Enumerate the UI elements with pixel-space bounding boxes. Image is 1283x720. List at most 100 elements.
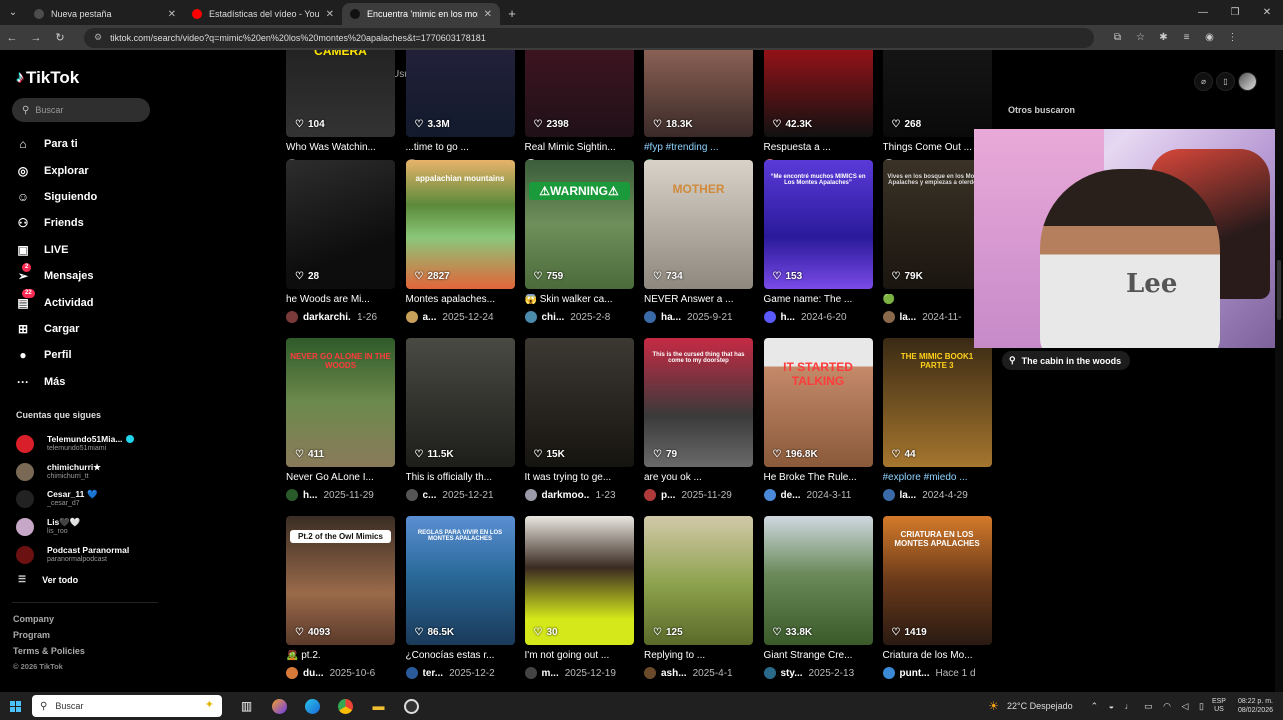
sidebar-item-actividad[interactable]: ▤ 22 Actividad (14, 289, 154, 315)
video-thumbnail[interactable]: REGLAS PARA VIVIR EN LOS MONTES APALACHE… (405, 516, 515, 645)
video-card[interactable]: ♡ 125 Replying to ... ash... 2025-4-1 (644, 516, 753, 679)
video-caption[interactable]: It was trying to ge... (525, 472, 634, 485)
video-thumbnail[interactable]: ♡ 30 (524, 516, 634, 645)
video-thumbnail[interactable]: WHAT THE CAMERA ♡104 (286, 50, 395, 137)
video-caption[interactable]: Game name: The ... (764, 294, 873, 307)
video-card[interactable]: WHAT THE CAMERA♡104Who Was Watchin...p..… (286, 50, 395, 171)
video-author[interactable]: p... (661, 490, 675, 501)
video-card[interactable]: ♡ 15K It was trying to ge... darkmoo... 1-23 (524, 338, 634, 501)
chrome-icon[interactable] (329, 692, 362, 720)
video-caption[interactable]: he Woods are Mi... (286, 294, 395, 307)
video-thumbnail[interactable]: ♡ 11.5K (405, 338, 515, 467)
following-account[interactable]: Lis🖤🤍 lis_roo (16, 513, 156, 541)
video-author[interactable]: ash... (661, 668, 687, 679)
avatar[interactable] (882, 311, 895, 323)
video-caption[interactable]: ¿Conocías estas r... (406, 650, 515, 663)
avatar[interactable] (763, 489, 776, 501)
video-caption[interactable]: ...time to go ... (406, 142, 515, 155)
video-thumbnail[interactable]: ♡ 2398 (524, 50, 634, 137)
video-thumbnail[interactable]: IT STARTED TALKING ♡ 196.8K (763, 338, 873, 467)
browser-menu-icon[interactable]: ⋮ (1221, 32, 1244, 43)
copilot-icon[interactable] (263, 692, 296, 720)
following-account[interactable]: Podcast Paranormal paranormalpodcast (16, 541, 156, 569)
video-caption[interactable]: 🧟 pt.2. (286, 650, 395, 663)
avatar[interactable] (644, 667, 656, 679)
video-caption[interactable]: Never Go ALone I... (286, 472, 395, 485)
video-author[interactable]: ter... (423, 668, 444, 679)
video-card[interactable]: “Me encontré muchos MIMICS en Los Montes… (763, 160, 873, 323)
sidebar-item-para-ti[interactable]: ⌂ Para ti (14, 131, 154, 157)
following-account[interactable]: chimichurri★ chimichurri_tt (16, 458, 156, 486)
avatar[interactable] (644, 311, 656, 323)
avatar[interactable] (524, 667, 537, 679)
search-input[interactable]: ⚲ Buscar (12, 98, 150, 122)
video-card[interactable]: ♡2398Real Mimic Sightin...cree...2025-1-… (524, 50, 634, 171)
video-author[interactable]: a... (423, 312, 437, 323)
video-author[interactable]: du... (303, 668, 324, 679)
video-card[interactable]: ♡3.3M...time to go ...m...2025-9-28 (405, 50, 515, 171)
video-thumbnail[interactable]: ♡ 268 (882, 50, 992, 137)
weather-widget[interactable]: ☀ 22°C Despejado (988, 699, 1072, 713)
extensions-icon[interactable]: ✱ (1152, 32, 1175, 43)
video-caption[interactable]: Giant Strange Cre... (764, 650, 873, 663)
avatar[interactable] (763, 311, 776, 323)
language-indicator[interactable]: ESP US (1212, 698, 1226, 714)
avatar[interactable] (286, 311, 298, 323)
taskbar-search[interactable]: ⚲ Buscar ✦ (32, 695, 222, 717)
video-thumbnail[interactable]: “Me encontré muchos MIMICS en Los Montes… (763, 160, 873, 289)
sidebar-item-más[interactable]: ··· Más (14, 369, 154, 395)
video-card[interactable]: ⚠WARNING⚠ ♡ 759 😱 Skin walker ca... chi... 20… (524, 160, 634, 323)
mic-icon[interactable]: ♩ (1125, 701, 1134, 711)
wifi-icon[interactable]: ◠ (1163, 701, 1171, 711)
following-account[interactable]: Telemundo51Mia... telemundo51miami (16, 430, 156, 458)
avatar[interactable] (524, 311, 537, 323)
see-all-button[interactable]: ☰ Ver todo (18, 574, 78, 585)
video-author[interactable]: darkmoo... (542, 490, 590, 501)
obs-icon[interactable] (395, 692, 428, 720)
video-caption[interactable]: NEVER Answer a ... (644, 294, 753, 307)
video-thumbnail[interactable]: ♡ 15K (524, 338, 634, 467)
volume-icon[interactable]: ◁ (1182, 701, 1189, 711)
video-thumbnail[interactable]: ♡ 28 (286, 160, 395, 289)
video-author[interactable]: ha... (661, 312, 681, 323)
scrollbar-thumb[interactable] (1277, 260, 1281, 320)
video-author[interactable]: h... (303, 490, 317, 501)
video-card[interactable]: Pt.2 of the Owl Mimics ♡ 4093 🧟 pt.2. du... 2… (286, 516, 395, 679)
video-card[interactable]: ♡ 33.8K Giant Strange Cre... sty... 2025-2-1… (763, 516, 873, 679)
maximize-icon[interactable]: ❐ (1219, 0, 1251, 25)
forward-icon[interactable]: → (24, 32, 48, 44)
video-card[interactable]: This is the cursed thing that has come t… (644, 338, 753, 501)
video-thumbnail[interactable]: ♡ 18.3K (644, 50, 753, 137)
video-author[interactable]: m... (542, 668, 559, 679)
video-caption[interactable]: Montes apalaches... (406, 294, 515, 307)
video-card[interactable]: ♡18.3K#fyp #trending ...du...2024-2-21 (644, 50, 753, 171)
sidebar-item-perfil[interactable]: ● Perfil (14, 342, 154, 368)
video-author[interactable]: darkarchi... (303, 312, 351, 323)
video-card[interactable]: ♡ 30 I'm not going out ... m... 2025-12-19 (524, 516, 634, 679)
video-thumbnail[interactable]: THE MIMIC BOOK1 PARTE 3 ♡ 44 (882, 338, 992, 467)
page-scrollbar[interactable] (1275, 50, 1283, 692)
tab-close-icon[interactable]: ✕ (168, 9, 176, 20)
reload-icon[interactable]: ↻ (48, 31, 72, 44)
sidebar-item-live[interactable]: ▣ LIVE (14, 237, 154, 263)
app-download-icon[interactable]: ▯ (1216, 72, 1235, 91)
sidebar-item-friends[interactable]: ⚇ Friends (14, 210, 154, 236)
task-view-icon[interactable]: ▥ (230, 692, 263, 720)
footer-program[interactable]: Program (13, 627, 85, 643)
windows-start-icon[interactable] (0, 700, 30, 712)
back-icon[interactable]: ← (0, 32, 24, 44)
video-card[interactable]: THE MIMIC BOOK1 PARTE 3 ♡ 44 #explore #mied… (882, 338, 992, 501)
avatar[interactable] (286, 667, 298, 679)
network-icon[interactable]: ◒ (1109, 701, 1114, 711)
footer-company[interactable]: Company (13, 611, 85, 627)
avatar[interactable] (644, 489, 656, 501)
sidebar-item-siguiendo[interactable]: ☺ Siguiendo (14, 184, 154, 210)
video-caption[interactable]: Real Mimic Sightin... (525, 142, 634, 155)
video-author[interactable]: punt... (900, 668, 930, 679)
sidebar-item-explorar[interactable]: ◎ Explorar (14, 157, 154, 183)
video-thumbnail[interactable]: MOTHER ♡ 734 (644, 160, 753, 289)
media-icon[interactable]: ≡ (1175, 32, 1198, 43)
display-icon[interactable]: ▭ (1144, 701, 1153, 711)
address-bar[interactable]: ⚙ tiktok.com/search/video?q=mimic%20en%2… (84, 27, 1094, 48)
install-app-icon[interactable]: ⧉ (1106, 32, 1129, 43)
